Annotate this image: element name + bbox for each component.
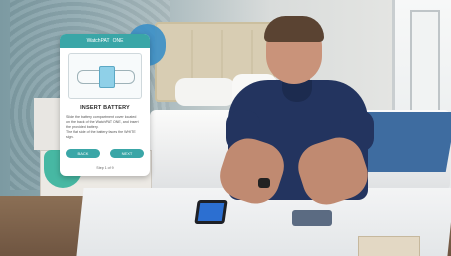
smartphone-screen [197, 203, 225, 221]
pillow [175, 78, 235, 106]
person-hair [264, 16, 324, 42]
video-frame: WatchPAT ONE INSERT BATTERY Slide the ba… [0, 0, 451, 256]
app-suffix: ONE [112, 38, 124, 44]
wristwatch [258, 178, 270, 188]
back-button[interactable]: BACK [66, 149, 100, 158]
app-screen-card: WatchPAT ONE INSERT BATTERY Slide the ba… [60, 34, 150, 176]
next-button[interactable]: NEXT [110, 149, 144, 158]
instruction-line: The flat side of the battery faces the W… [66, 130, 136, 139]
card-header: WatchPAT ONE [60, 34, 150, 48]
app-name: WatchPAT [86, 38, 110, 44]
watchpat-device [292, 210, 332, 226]
step-counter: Step 1 of 9 [96, 166, 114, 170]
product-box [358, 236, 420, 256]
battery-icon [99, 66, 115, 88]
step-instructions: Slide the battery compartment cover loca… [66, 115, 144, 140]
step-title: INSERT BATTERY [80, 105, 130, 111]
battery-illustration [68, 53, 142, 99]
card-button-row: BACK NEXT [66, 149, 144, 158]
